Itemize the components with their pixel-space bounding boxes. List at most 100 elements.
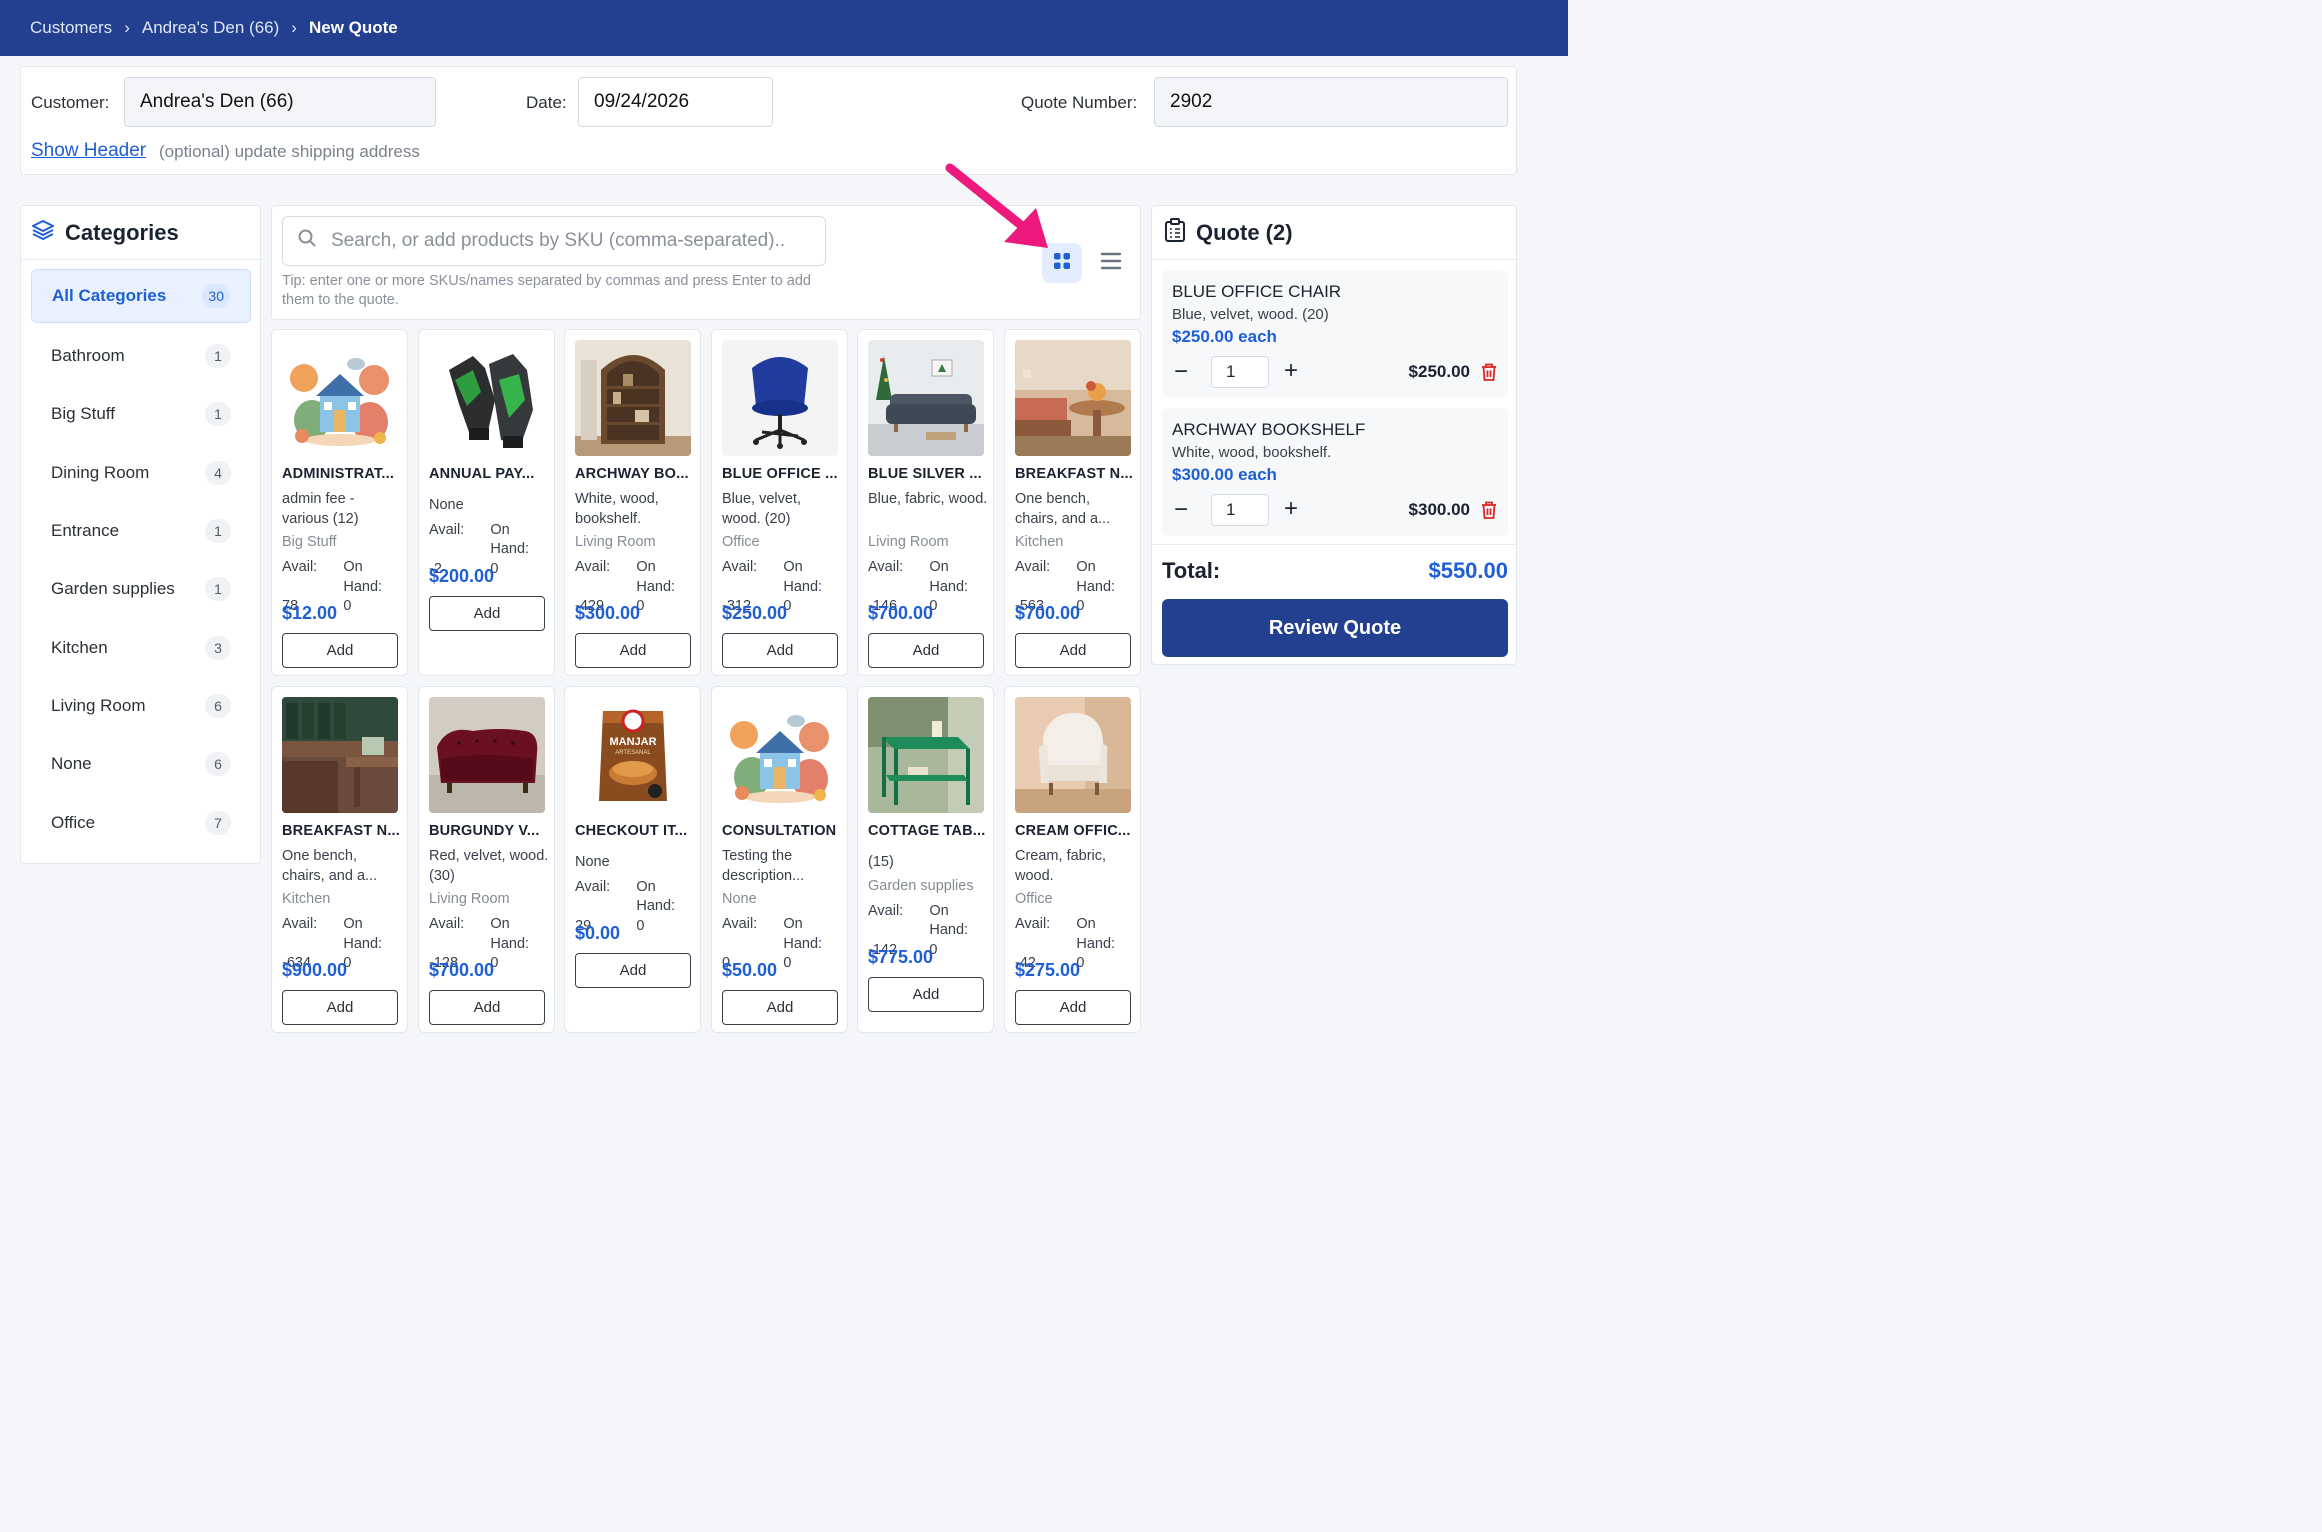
- product-price: $0.00: [575, 922, 621, 943]
- category-kitchen[interactable]: Kitchen 3: [31, 621, 251, 675]
- divider: [1152, 544, 1516, 545]
- product-name: ARCHWAY BO...: [575, 466, 689, 482]
- category-label: Entrance: [51, 521, 120, 540]
- product-description: None: [575, 854, 610, 870]
- breadcrumb-customers[interactable]: Customers: [30, 18, 112, 38]
- product-name: CHECKOUT IT...: [575, 823, 688, 839]
- add-product-button[interactable]: Add: [868, 976, 984, 1012]
- avail-label: Avail:: [722, 916, 758, 932]
- product-card[interactable]: COTTAGE TAB... (15) Garden supplies Avail: O…: [857, 686, 994, 1033]
- product-price: $250.00: [722, 603, 788, 623]
- quote-item-total: $300.00: [1408, 500, 1470, 519]
- show-header-hint: (optional) update shipping address: [159, 142, 420, 161]
- product-card[interactable]: BURGUNDY V... Red, velvet, wood. (30) Livi…: [418, 686, 555, 1033]
- product-card[interactable]: ANNUAL PAY... None Avail: On Hand: -2 0 $200.0…: [418, 329, 555, 676]
- quote-item-name: ARCHWAY BOOKSHELF: [1172, 420, 1366, 439]
- avail-label: Avail:: [1015, 559, 1051, 575]
- product-category: Living Room: [575, 534, 656, 550]
- product-card[interactable]: CONSULTATION Testing the description... No…: [711, 686, 848, 1033]
- category-count: 6: [205, 752, 231, 776]
- show-header-link[interactable]: Show Header: [31, 140, 146, 162]
- avail-label: Avail:: [868, 902, 904, 919]
- add-product-button[interactable]: Add: [429, 990, 545, 1025]
- decrease-qty-button[interactable]: −: [1174, 360, 1188, 384]
- increase-qty-button[interactable]: +: [1284, 497, 1298, 521]
- trash-icon[interactable]: [1480, 362, 1498, 387]
- product-price: $775.00: [868, 946, 934, 967]
- customer-field[interactable]: Andrea's Den (66): [124, 77, 436, 127]
- product-description: Blue, fabric, wood.: [868, 491, 988, 507]
- category-living-room[interactable]: Living Room 6: [31, 679, 251, 733]
- add-product-button[interactable]: Add: [722, 990, 838, 1025]
- product-name: CREAM OFFIC...: [1015, 823, 1131, 839]
- category-all[interactable]: All Categories 30: [31, 269, 251, 323]
- category-office[interactable]: Office 7: [31, 796, 251, 850]
- category-garden-supplies[interactable]: Garden supplies 1: [31, 562, 251, 616]
- add-product-button[interactable]: Add: [575, 633, 691, 668]
- breadcrumb-separator: ›: [291, 18, 297, 37]
- add-product-button[interactable]: Add: [575, 952, 691, 988]
- product-card[interactable]: BLUE OFFICE ... Blue, velvet, wood. (20) O…: [711, 329, 848, 676]
- product-description: Cream, fabric, wood.: [1015, 848, 1107, 884]
- product-card[interactable]: ARCHWAY BO... White, wood, bookshelf. Livi…: [564, 329, 701, 676]
- quote-line-item: BLUE OFFICE CHAIR Blue, velvet, wood. (2…: [1162, 270, 1508, 398]
- onhand-value: 0: [343, 955, 352, 971]
- category-none[interactable]: None 6: [31, 737, 251, 791]
- trash-icon[interactable]: [1480, 500, 1498, 525]
- quote-line-item: ARCHWAY BOOKSHELF White, wood, bookshelf…: [1162, 408, 1508, 536]
- quote-number-field[interactable]: 2902: [1154, 77, 1508, 127]
- product-description: Red, velvet, wood. (30): [429, 848, 549, 884]
- add-product-button[interactable]: Add: [868, 633, 984, 668]
- add-product-button[interactable]: Add: [282, 990, 398, 1025]
- search-input[interactable]: Search, or add products by SKU (comma-se…: [282, 216, 826, 266]
- avail-label: Avail:: [868, 559, 904, 575]
- category-label: Bathroom: [51, 346, 125, 365]
- product-price: $700.00: [868, 603, 934, 623]
- categories-header: Categories: [21, 206, 260, 260]
- increase-qty-button[interactable]: +: [1284, 359, 1298, 383]
- product-image: [722, 697, 838, 813]
- add-product-button[interactable]: Add: [282, 633, 398, 668]
- date-field[interactable]: 09/24/2026: [578, 77, 773, 127]
- onhand-label: On Hand:: [343, 916, 383, 952]
- product-card[interactable]: BREAKFAST N... One bench, chairs, and a..…: [1004, 329, 1141, 676]
- product-card[interactable]: ADMINISTRAT... admin fee - various (12) Bi…: [271, 329, 408, 676]
- product-description: White, wood, bookshelf.: [575, 491, 659, 527]
- quote-number-label: Quote Number:: [1021, 93, 1138, 112]
- product-name: BLUE SILVER ...: [868, 466, 982, 482]
- product-price: $700.00: [429, 960, 495, 980]
- decrease-qty-button[interactable]: −: [1174, 498, 1188, 522]
- breadcrumb: Customers › Andrea's Den (66) › New Quot…: [0, 0, 1568, 56]
- product-card[interactable]: BREAKFAST N... One bench, chairs, and a..…: [271, 686, 408, 1033]
- review-quote-button[interactable]: Review Quote: [1162, 599, 1508, 657]
- onhand-label: On Hand:: [929, 559, 969, 595]
- svg-text:MANJAR: MANJAR: [609, 736, 656, 748]
- customer-label: Customer:: [31, 93, 110, 112]
- product-card[interactable]: CREAM OFFIC... Cream, fabric, wood. Office…: [1004, 686, 1141, 1033]
- category-label: Living Room: [51, 696, 146, 715]
- breadcrumb-current: New Quote: [308, 18, 398, 37]
- add-product-button[interactable]: Add: [429, 595, 545, 631]
- add-product-button[interactable]: Add: [1015, 633, 1131, 668]
- onhand-value: 0: [636, 917, 645, 934]
- breadcrumb-customer[interactable]: Andrea's Den (66): [142, 18, 279, 38]
- category-count: 6: [205, 694, 231, 718]
- product-image: [429, 340, 545, 456]
- add-product-button[interactable]: Add: [722, 633, 838, 668]
- quantity-input[interactable]: 1: [1211, 494, 1269, 526]
- categories-title: Categories: [65, 219, 179, 245]
- product-name: BURGUNDY V...: [429, 823, 540, 839]
- add-product-button[interactable]: Add: [1015, 990, 1131, 1025]
- category-count: 4: [205, 461, 231, 485]
- category-bathroom[interactable]: Bathroom 1: [31, 329, 251, 383]
- quote-item-desc: White, wood, bookshelf.: [1172, 444, 1332, 461]
- product-card[interactable]: MANJAR ARTESANAL CHECKOUT IT... None Avail: O…: [564, 686, 701, 1033]
- quantity-input[interactable]: 1: [1211, 356, 1269, 388]
- category-dining-room[interactable]: Dining Room 4: [31, 446, 251, 500]
- category-entrance[interactable]: Entrance 1: [31, 504, 251, 558]
- product-name: CONSULTATION: [722, 823, 837, 839]
- product-card[interactable]: BLUE SILVER ... Blue, fabric, wood. Living…: [857, 329, 994, 676]
- category-big-stuff[interactable]: Big Stuff 1: [31, 387, 251, 441]
- search-icon: [297, 228, 317, 254]
- list-view-button[interactable]: [1093, 243, 1129, 283]
